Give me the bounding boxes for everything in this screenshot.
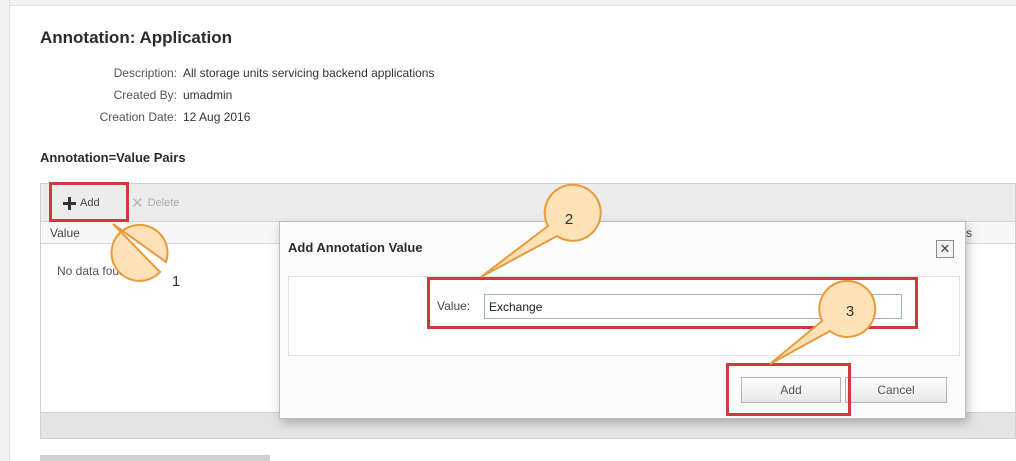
section-title: Annotation=Value Pairs xyxy=(40,150,186,165)
created-by-value: umadmin xyxy=(183,88,233,102)
highlight-add-button xyxy=(49,182,129,222)
callout-1-number: 1 xyxy=(171,273,181,290)
cut-off-section-title xyxy=(40,455,270,461)
description-row: Description: All storage units servicing… xyxy=(60,62,435,84)
delete-x-icon: ✕ xyxy=(131,194,144,212)
description-label: Description: xyxy=(113,66,177,80)
dialog-title: Add Annotation Value xyxy=(288,240,423,255)
highlight-dialog-add-button xyxy=(726,363,851,416)
callout-3-number: 3 xyxy=(845,303,855,320)
empty-grid-message: No data found xyxy=(57,264,133,278)
column-header-partial[interactable]: s xyxy=(966,226,972,240)
page-title: Annotation: Application xyxy=(40,28,233,47)
delete-value-button[interactable]: ✕ Delete xyxy=(131,194,179,212)
dialog-cancel-button[interactable]: Cancel xyxy=(845,377,947,403)
column-header-value[interactable]: Value xyxy=(50,226,80,240)
description-value: All storage units servicing backend appl… xyxy=(183,66,435,80)
created-by-label: Created By: xyxy=(113,88,177,102)
creation-date-row: Creation Date: 12 Aug 2016 xyxy=(60,106,434,128)
grid-toolbar: Add ✕ Delete xyxy=(41,184,1015,222)
close-icon[interactable]: ✕ xyxy=(936,240,954,258)
callout-2-number: 2 xyxy=(564,211,574,228)
creation-date-value: 12 Aug 2016 xyxy=(183,110,251,124)
window-top-edge xyxy=(10,0,1016,6)
window-left-edge xyxy=(0,0,10,461)
annotation-details: Description: All storage units servicing… xyxy=(60,62,435,128)
created-by-row: Created By: umadmin xyxy=(60,84,434,106)
delete-value-label: Delete xyxy=(147,197,180,209)
creation-date-label: Creation Date: xyxy=(99,110,177,124)
